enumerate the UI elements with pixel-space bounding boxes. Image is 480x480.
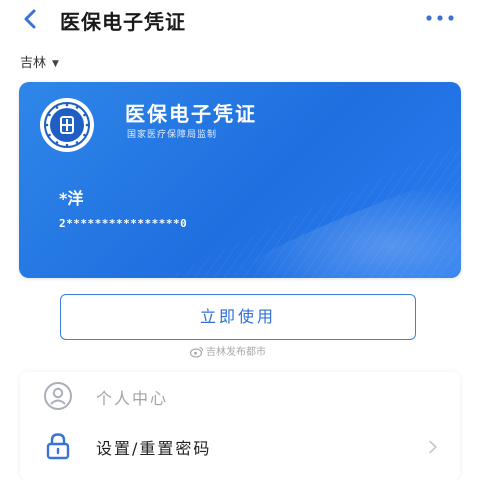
holder-id-number: 2****************0 <box>59 217 188 230</box>
caret-down-icon: ▼ <box>52 58 59 69</box>
menu-item-label: 个人中心 <box>96 389 169 408</box>
menu-item-reset-password[interactable]: 设置/重置密码 <box>20 422 460 472</box>
card-issuer: 国家医疗保障局监制 <box>127 130 218 140</box>
menu-item-label: 设置/重置密码 <box>96 439 212 458</box>
insurance-card[interactable]: 医保电子凭证 国家医疗保障局监制 *洋 2****************0 <box>19 82 461 278</box>
page-title: 医保电子凭证 <box>60 10 186 34</box>
holder-name: *洋 <box>59 189 84 208</box>
top-bar: 医保电子凭证 <box>0 0 480 40</box>
lock-icon <box>46 433 70 460</box>
chevron-right-icon <box>429 440 437 454</box>
region-label: 吉林 <box>20 56 47 71</box>
region-selector[interactable]: 吉林 ▼ <box>20 52 59 71</box>
menu-item-personal-center[interactable]: 个人中心 <box>20 372 460 422</box>
person-icon <box>44 382 72 410</box>
use-now-button[interactable]: 立即使用 <box>60 294 416 340</box>
watermark: 吉林发布都市 <box>190 343 266 358</box>
menu-card: 个人中心 设置/重置密码 <box>20 372 460 480</box>
more-options-icon[interactable] <box>424 12 456 24</box>
back-arrow-icon[interactable] <box>18 6 44 32</box>
watermark-text: 吉林发布都市 <box>206 347 266 358</box>
weibo-logo-icon <box>190 346 204 358</box>
medical-insurance-emblem-icon <box>40 98 94 152</box>
card-title: 医保电子凭证 <box>125 102 257 126</box>
